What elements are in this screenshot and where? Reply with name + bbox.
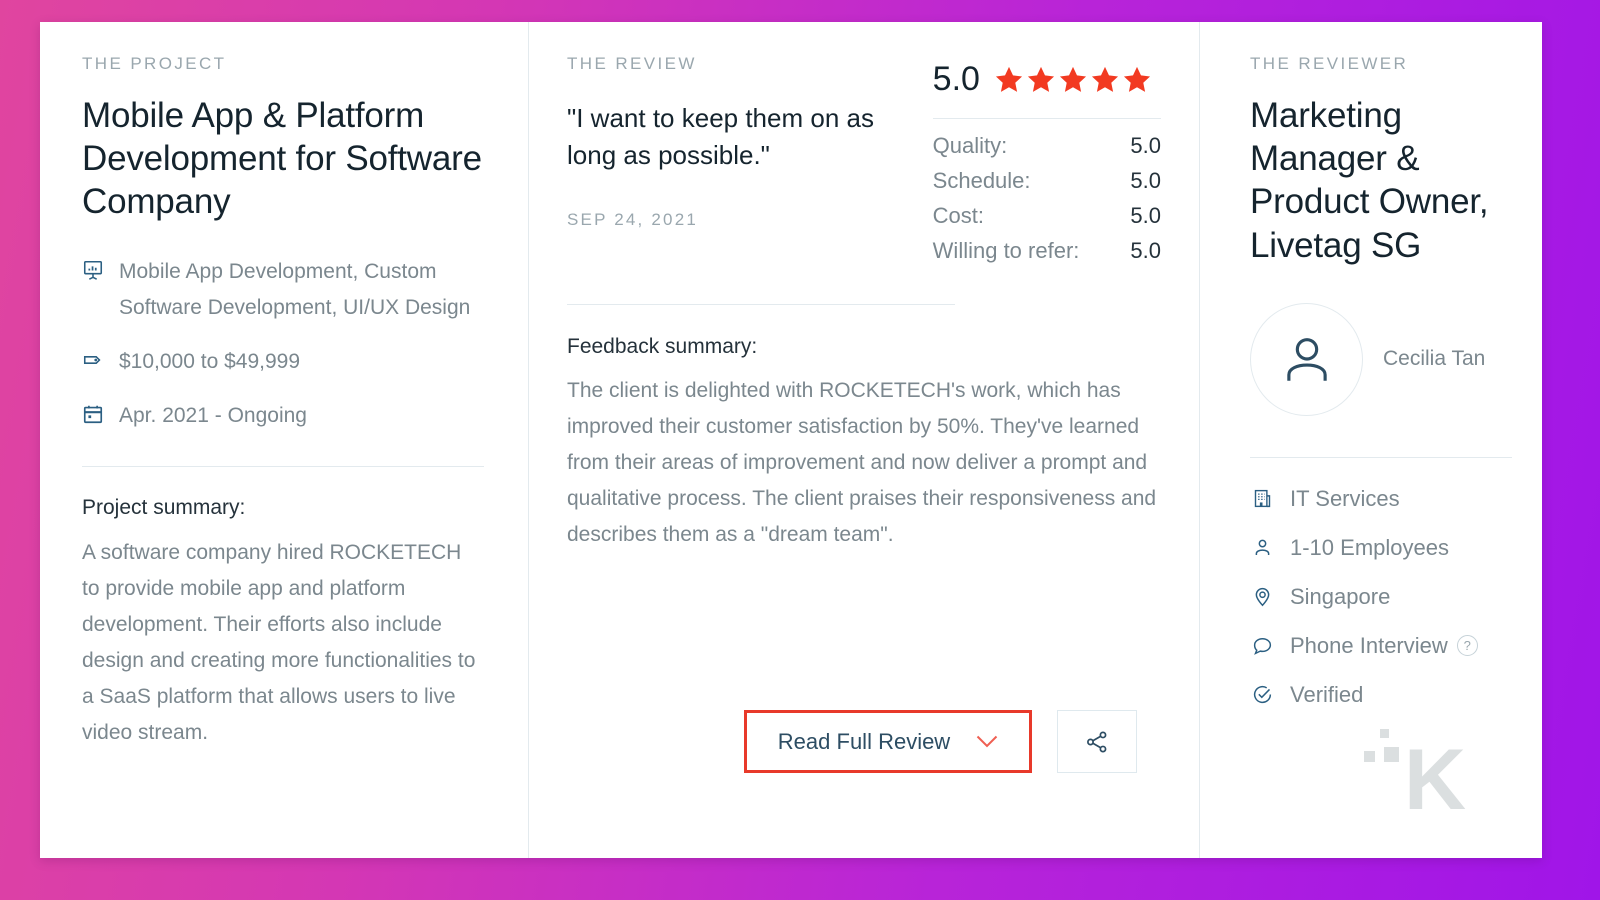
project-meta-budget: $10,000 to $49,999 xyxy=(82,344,484,380)
project-eyebrow: THE PROJECT xyxy=(82,54,227,73)
rating-row-quality: Quality: 5.0 xyxy=(933,133,1161,159)
share-icon xyxy=(1087,730,1107,753)
reviewer-divider xyxy=(1250,456,1512,458)
review-date: SEP 24, 2021 xyxy=(567,210,699,230)
star-icon xyxy=(1091,66,1118,92)
check-circle-icon xyxy=(1250,684,1274,705)
review-section-divider xyxy=(567,304,955,305)
rating-row-cost: Cost: 5.0 xyxy=(933,203,1161,229)
rating-label-cost: Cost: xyxy=(932,203,985,228)
review-column: THE REVIEW "I want to keep them on as lo… xyxy=(528,22,1200,858)
project-title: Mobile App & Platform Development for So… xyxy=(82,96,482,222)
project-meta-budget-text: $10,000 to $49,999 xyxy=(119,349,301,373)
review-actions: Read Full Review xyxy=(744,710,1137,773)
reviewer-name: Cecilia Tan xyxy=(1383,347,1486,371)
reviewer-meta-employees-text: 1-10 Employees xyxy=(1290,534,1449,560)
rating-divider xyxy=(932,118,1161,119)
share-button[interactable] xyxy=(1057,710,1137,773)
rating-value-cost: 5.0 xyxy=(1130,203,1161,228)
reviewer-meta-industry: IT Services xyxy=(1250,486,1512,512)
reviewer-meta-verified: Verified xyxy=(1250,682,1512,708)
rating-label-willing-to-refer: Willing to refer: xyxy=(932,238,1080,263)
project-divider xyxy=(82,465,484,467)
reviewer-meta-interview-text: Phone Interview xyxy=(1290,632,1448,658)
building-icon xyxy=(1250,488,1274,509)
reviewer-meta-employees: 1-10 Employees xyxy=(1250,535,1512,561)
reviewer-eyebrow: THE REVIEWER xyxy=(1250,54,1409,73)
person-avatar-icon xyxy=(1286,338,1327,381)
presentation-board-icon xyxy=(82,259,104,281)
star-icon xyxy=(995,66,1022,92)
price-tag-icon xyxy=(82,349,104,371)
location-pin-icon xyxy=(1250,586,1274,607)
read-full-review-label: Read Full Review xyxy=(777,728,951,754)
rating-header: 5.0 xyxy=(933,60,1161,99)
chevron-down-icon xyxy=(976,735,998,748)
rating-value-quality: 5.0 xyxy=(1130,133,1161,158)
person-icon xyxy=(1250,537,1274,558)
project-column: THE PROJECT Mobile App & Platform Develo… xyxy=(40,22,528,858)
project-summary-body: A software company hired ROCKETECH to pr… xyxy=(82,540,476,744)
star-rating xyxy=(994,65,1152,94)
rating-value-schedule: 5.0 xyxy=(1130,168,1161,193)
project-summary-title: Project summary: xyxy=(82,495,246,519)
reviewer-meta-list: IT Services 1-10 Employees Singapore Pho… xyxy=(1250,486,1512,708)
project-meta-services: Mobile App Development, Custom Software … xyxy=(82,254,484,326)
reviewer-meta-industry-text: IT Services xyxy=(1290,485,1400,511)
read-full-review-button[interactable]: Read Full Review xyxy=(744,710,1032,773)
star-icon xyxy=(1059,66,1086,92)
rating-block: 5.0 Quality: 5.0 Schedule: 5.0 Cost: 5.0… xyxy=(932,54,1161,273)
rating-overall-score: 5.0 xyxy=(932,60,980,98)
reviewer-title: Marketing Manager & Product Owner, Livet… xyxy=(1250,96,1489,265)
rating-value-willing-to-refer: 5.0 xyxy=(1130,238,1161,263)
project-meta-services-text: Mobile App Development, Custom Software … xyxy=(119,259,471,319)
feedback-summary-title: Feedback summary: xyxy=(567,335,758,358)
review-quote: "I want to keep them on as long as possi… xyxy=(567,103,874,171)
reviewer-meta-verified-text: Verified xyxy=(1290,681,1364,707)
project-meta-list: Mobile App Development, Custom Software … xyxy=(82,254,484,434)
reviewer-meta-location-text: Singapore xyxy=(1290,583,1391,609)
review-top-row: THE REVIEW "I want to keep them on as lo… xyxy=(567,54,1161,273)
review-quote-block: THE REVIEW "I want to keep them on as lo… xyxy=(567,54,887,273)
speech-bubble-icon xyxy=(1250,635,1274,656)
project-meta-timeline-text: Apr. 2021 - Ongoing xyxy=(119,403,307,427)
reviewer-meta-interview: Phone Interview ? xyxy=(1250,633,1512,659)
review-card: THE PROJECT Mobile App & Platform Develo… xyxy=(40,22,1542,858)
rating-label-schedule: Schedule: xyxy=(932,168,1031,193)
rating-row-schedule: Schedule: 5.0 xyxy=(933,168,1161,194)
reviewer-person: Cecilia Tan xyxy=(1250,302,1512,416)
reviewer-meta-location: Singapore xyxy=(1250,584,1512,610)
rating-breakdown: Quality: 5.0 Schedule: 5.0 Cost: 5.0 Wil… xyxy=(933,133,1161,264)
star-icon xyxy=(1123,66,1150,92)
reviewer-column: THE REVIEWER Marketing Manager & Product… xyxy=(1200,22,1542,858)
avatar xyxy=(1250,302,1363,416)
rating-row-willing-to-refer: Willing to refer: 5.0 xyxy=(933,238,1161,264)
help-icon[interactable]: ? xyxy=(1456,635,1478,657)
feedback-summary-body: The client is delighted with ROCKETECH's… xyxy=(567,379,1157,546)
calendar-icon xyxy=(82,403,104,425)
star-icon xyxy=(1027,66,1054,92)
rating-label-quality: Quality: xyxy=(932,133,1008,158)
review-eyebrow: THE REVIEW xyxy=(567,54,697,73)
project-meta-timeline: Apr. 2021 - Ongoing xyxy=(82,398,484,434)
